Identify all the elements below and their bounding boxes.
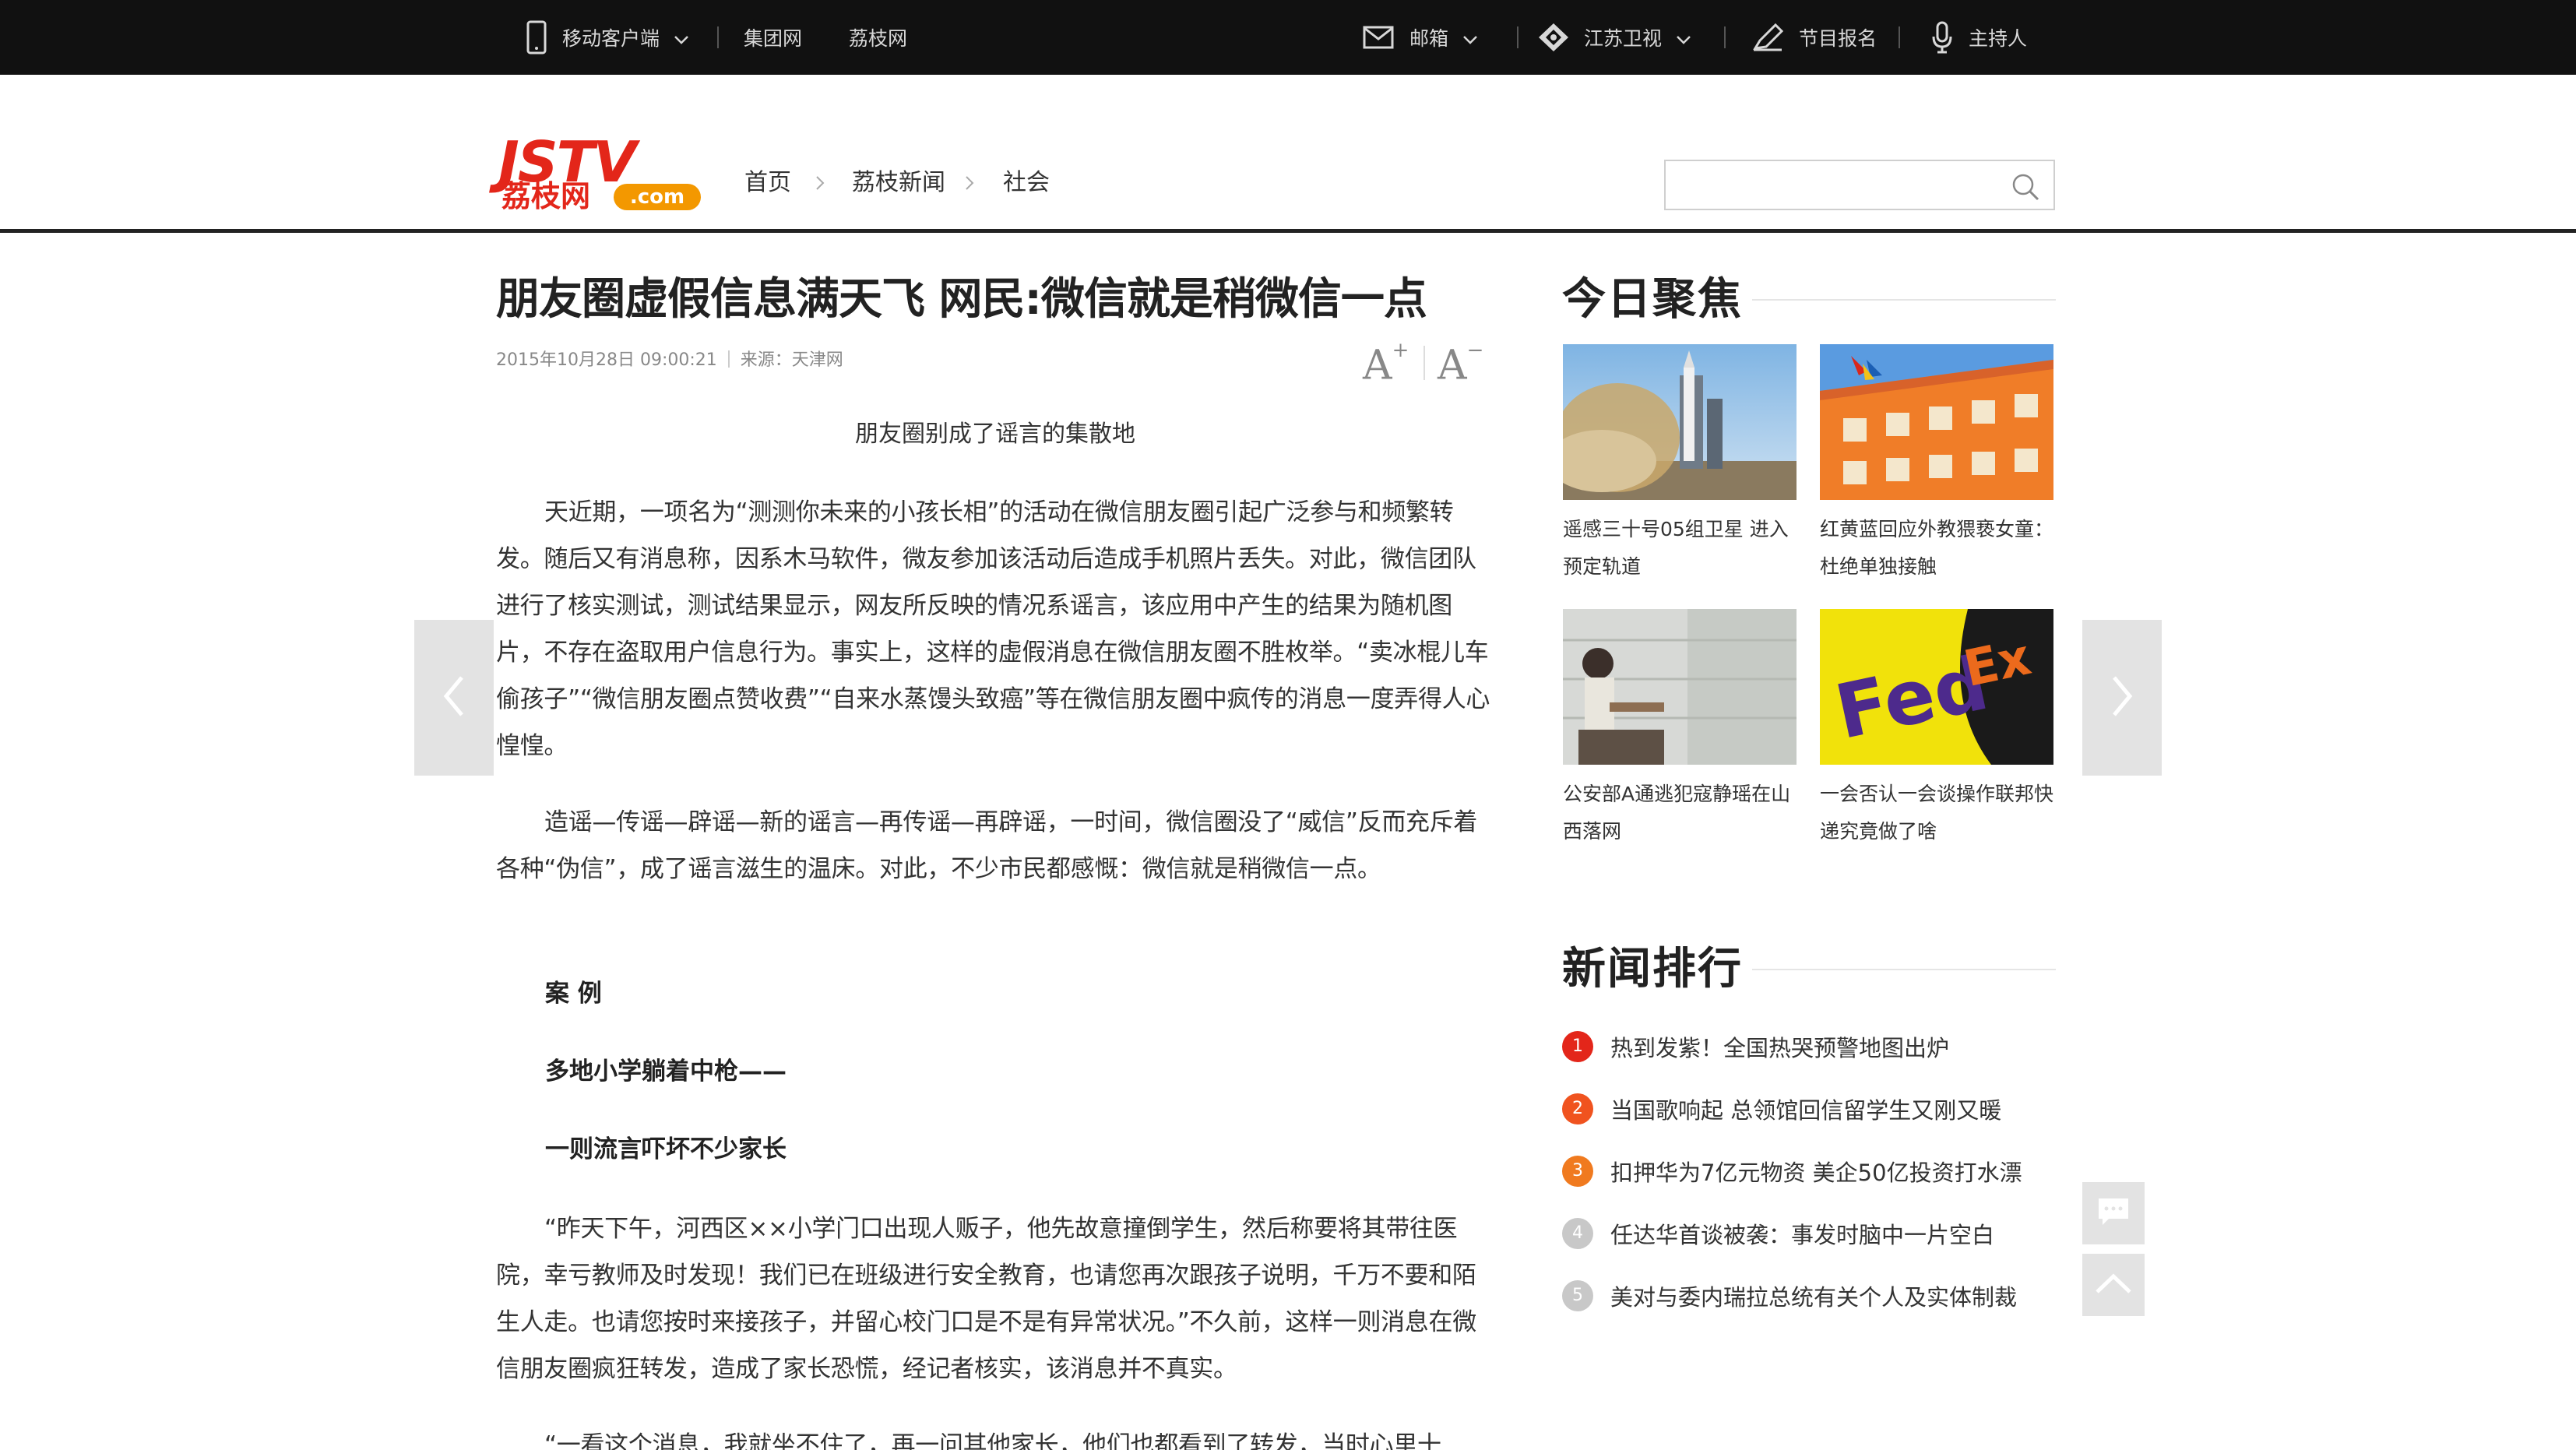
ranking-item-text: 当国歌响起 总领馆回信留学生又刚又暖: [1610, 1097, 2002, 1124]
phone-icon: [526, 20, 547, 55]
comment-icon: [2096, 1196, 2131, 1230]
breadcrumb-society[interactable]: 社会: [1003, 164, 1050, 202]
focus-caption[interactable]: 公安部A通逃犯寇静瑶在山西落网: [1563, 776, 1804, 850]
article-paragraph: “昨天下午，河西区××小学门口出现人贩子，他先故意撞倒学生，然后称要将其带往医院…: [496, 1215, 1476, 1383]
logo-com-badge: .com: [614, 184, 701, 210]
microphone-icon: [1931, 21, 1953, 54]
article-source: 来源：天津网: [740, 350, 843, 370]
ranking-item-text: 热到发紫！全国热哭预警地图出炉: [1610, 1035, 1950, 1061]
breadcrumb-lizhi-news[interactable]: 荔枝新闻: [852, 164, 945, 202]
next-article-button[interactable]: [2082, 620, 2162, 776]
font-decrease-sign: −: [1466, 339, 1484, 362]
site-logo[interactable]: JSTV 荔枝网 .com: [498, 134, 702, 212]
ranking-item[interactable]: 4 任达华首谈被袭：事发时脑中一片空白: [1562, 1214, 1994, 1253]
logo-cn-text: 荔枝网: [501, 179, 591, 213]
lizhi-site-label: 荔枝网: [849, 27, 908, 50]
ranking-item-text: 任达华首谈被袭：事发时脑中一片空白: [1610, 1222, 1995, 1248]
section-heading: 多地小学躺着中枪——: [545, 1058, 787, 1086]
chevron-right-icon: [815, 174, 825, 195]
font-decrease-label: A: [1438, 342, 1467, 389]
divider: [1724, 26, 1726, 48]
group-site-link[interactable]: 集团网: [744, 0, 802, 75]
ranking-item[interactable]: 1 热到发紫！全国热哭预警地图出炉: [1562, 1027, 1949, 1066]
program-signup-link[interactable]: 节目报名: [1752, 0, 1877, 75]
mobile-client-label: 移动客户端: [562, 27, 660, 50]
jstv-menu[interactable]: 江苏卫视: [1537, 0, 1691, 75]
jstv-label: 江苏卫视: [1584, 27, 1663, 50]
chevron-down-icon: [674, 26, 689, 49]
group-site-label: 集团网: [744, 27, 803, 50]
article-paragraph: 天近期，一项名为“测测你未来的小孩长相”的活动在微信朋友圈引起广泛参与和频繁转发…: [496, 498, 1490, 760]
chevron-down-icon: [1676, 26, 1691, 49]
section-heading: 案 例: [545, 980, 602, 1008]
divider: [1899, 26, 1900, 48]
font-increase-label: A: [1363, 342, 1392, 389]
divider: [717, 26, 719, 48]
article-title: 朋友圈虚假信息满天飞 网民:微信就是稍微信一点: [496, 274, 1427, 325]
image-caption: 朋友圈别成了谣言的集散地: [855, 421, 1135, 448]
jstv-logo-icon: [1537, 22, 1570, 53]
ranking-item[interactable]: 3 扣押华为7亿元物资 美企50亿投资打水漂: [1562, 1152, 2022, 1191]
mail-icon: [1363, 26, 1394, 49]
focus-caption[interactable]: 一会否认一会谈操作联邦快递究竟做了啥: [1820, 776, 2061, 850]
rank-badge: 2: [1562, 1093, 1593, 1124]
mail-label: 邮箱: [1409, 27, 1449, 50]
lizhi-site-link[interactable]: 荔枝网: [849, 0, 907, 75]
divider: [1517, 26, 1519, 48]
mail-menu[interactable]: 邮箱: [1363, 0, 1478, 75]
search-box: [1664, 160, 2055, 210]
comment-button[interactable]: [2082, 1182, 2145, 1244]
divider: [1752, 969, 2056, 970]
previous-article-button[interactable]: [414, 620, 494, 776]
focus-caption[interactable]: 红黄蓝回应外教猥亵女童：杜绝单独接触: [1820, 511, 2061, 586]
host-label: 主持人: [1969, 27, 2028, 50]
back-to-top-button[interactable]: [2082, 1254, 2145, 1316]
edit-icon: [1752, 23, 1783, 51]
chevron-up-icon: [2094, 1272, 2133, 1298]
search-icon[interactable]: [2011, 173, 2039, 204]
host-link[interactable]: 主持人: [1931, 0, 2027, 75]
focus-thumbnail-building[interactable]: [1820, 344, 2053, 500]
font-increase-sign: +: [1392, 339, 1409, 362]
chevron-left-icon: [440, 673, 468, 723]
rank-badge: 3: [1562, 1156, 1593, 1187]
divider: [727, 350, 730, 368]
program-signup-label: 节目报名: [1799, 27, 1877, 50]
focus-caption[interactable]: 遥感三十号05组卫星 进入预定轨道: [1563, 511, 1804, 586]
focus-thumbnail-person[interactable]: [1563, 609, 1797, 765]
focus-thumbnail-rocket[interactable]: [1563, 344, 1797, 500]
search-input[interactable]: [1677, 169, 1996, 202]
rank-badge: 4: [1562, 1218, 1593, 1249]
article-paragraph: “一看这个消息，我就坐不住了，再一问其他家长，他们也都看到了转发，当时心里十: [544, 1431, 1441, 1450]
rank-badge: 1: [1562, 1031, 1593, 1062]
header-divider: [0, 229, 2576, 233]
article-date: 2015年10月28日 09:00:21: [496, 350, 717, 370]
chevron-down-icon: [1462, 26, 1478, 49]
mobile-client-menu[interactable]: 移动客户端: [526, 0, 689, 75]
ranking-item[interactable]: 5 美对与委内瑞拉总统有关个人及实体制裁: [1562, 1276, 2017, 1315]
ranking-item[interactable]: 2 当国歌响起 总领馆回信留学生又刚又暖: [1562, 1089, 2001, 1128]
chevron-right-icon: [964, 174, 975, 195]
ranking-item-text: 扣押华为7亿元物资 美企50亿投资打水漂: [1610, 1160, 2022, 1186]
font-increase-button[interactable]: A+: [1363, 335, 1409, 389]
focus-thumbnail-fedex[interactable]: Fed Ex: [1820, 609, 2053, 765]
chevron-right-icon: [2108, 673, 2136, 723]
article-meta: 2015年10月28日 09:00:21 来源：天津网: [496, 349, 843, 372]
ranking-item-text: 美对与委内瑞拉总统有关个人及实体制裁: [1610, 1284, 2018, 1311]
article-paragraph: 造谣—传谣—辟谣—新的谣言—再传谣—再辟谣，一时间，微信圈没了“威信”反而充斥着…: [496, 808, 1478, 883]
ranking-section-title: 新闻排行: [1562, 944, 1743, 994]
breadcrumb-home[interactable]: 首页: [744, 164, 791, 202]
divider: [1752, 299, 2056, 301]
focus-section-title: 今日聚焦: [1562, 274, 1743, 325]
section-heading: 一则流言吓坏不少家长: [545, 1135, 787, 1163]
top-bar: 移动客户端 集团网 荔枝网 邮箱 江苏卫视 节目报名 主持人: [0, 0, 2576, 75]
rank-badge: 5: [1562, 1280, 1593, 1311]
divider: [1423, 346, 1425, 380]
font-decrease-button[interactable]: A−: [1438, 335, 1483, 389]
